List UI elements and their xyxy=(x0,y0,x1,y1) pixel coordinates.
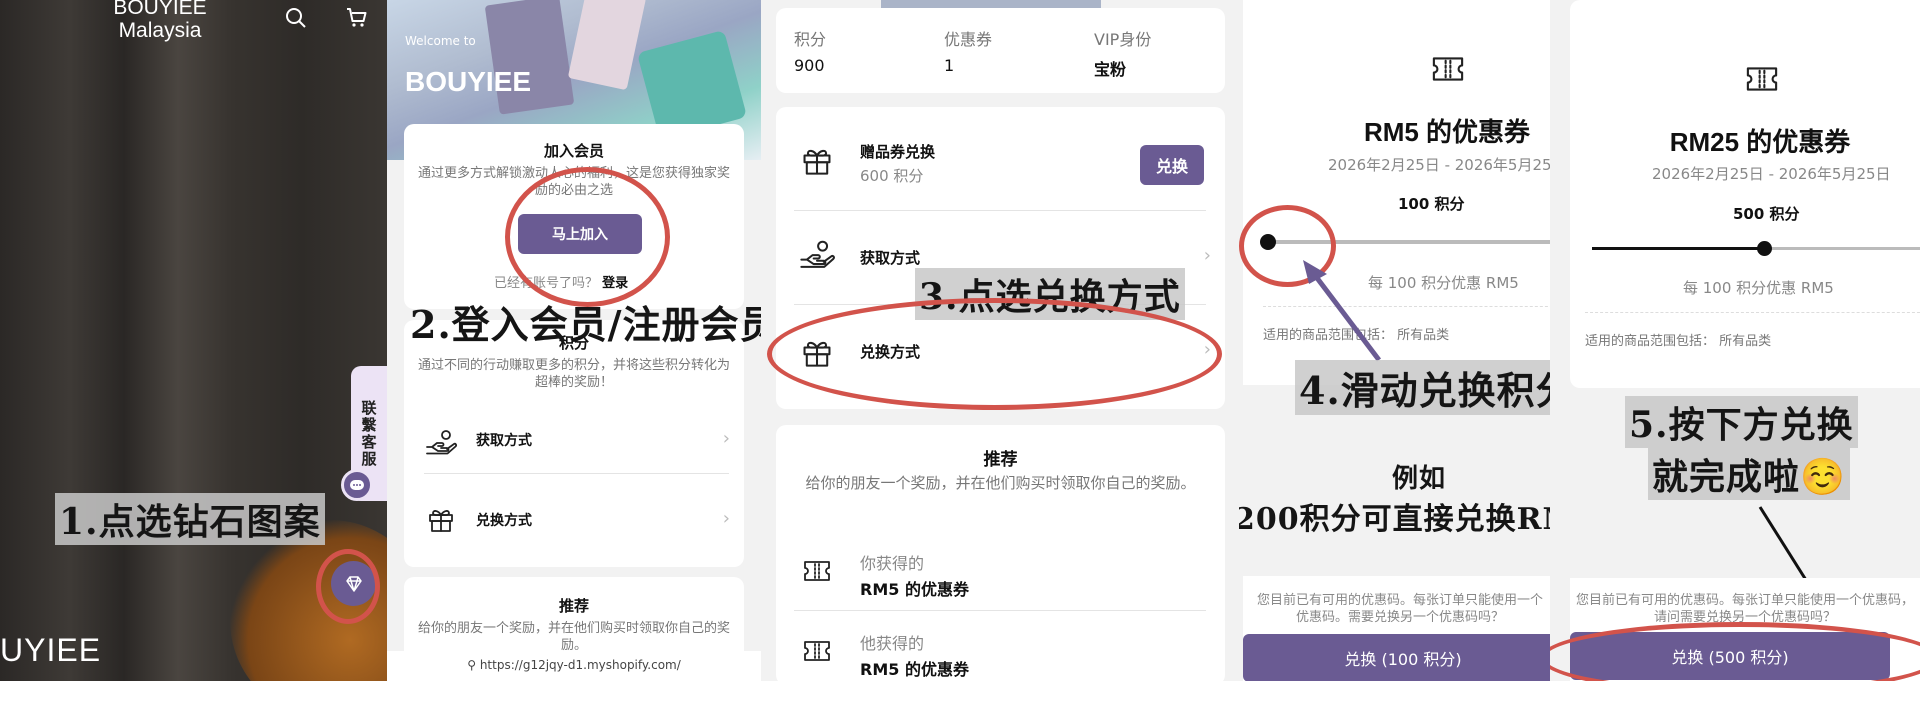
referral-title: 推荐 xyxy=(558,597,589,615)
coupon-title: RM5 的优惠券 xyxy=(1363,117,1531,147)
highlight-ellipse xyxy=(1550,622,1920,681)
highlight-circle xyxy=(316,549,380,624)
search-icon[interactable] xyxy=(284,6,308,34)
highlight-ellipse xyxy=(767,298,1222,410)
panel-points: 积分 900 优惠券 1 VIP身份 宝粉 赠品券兑换 600 积分 兑换 获取… xyxy=(761,0,1239,681)
lock-icon: ⚲ xyxy=(467,658,480,672)
redeem-100-button[interactable]: 兑换 (100 积分) xyxy=(1243,634,1550,681)
store-wordmark: UYIEE xyxy=(0,632,102,668)
coupon-notice: 您目前已有可用的优惠码。每张订单只能使用一个优惠码。需要兑换另一个优惠码吗？ xyxy=(1256,593,1543,625)
rate-text: 每 100 积分优惠 RM5 xyxy=(1683,279,1834,297)
panel-coupon-100: RM5 的优惠券 2026年2月25日 - 2026年5月25日 100 积分 … xyxy=(1239,0,1550,681)
annotation-step-5-done: 就完成啦☺️ xyxy=(1648,448,1850,500)
slider-fill xyxy=(1592,247,1764,250)
coupon-card: RM25 的优惠券 2026年2月25日 - 2026年5月25日 500 积分… xyxy=(1570,0,1920,388)
gift-voucher-points: 600 积分 xyxy=(860,167,924,185)
gift-icon xyxy=(429,510,453,532)
annotation-step-4: 4.滑动兑换积分 xyxy=(1295,360,1550,415)
earn-hand-icon xyxy=(426,430,458,455)
points-description: 通过不同的行动赚取更多的积分，并将这些积分转化为超棒的奖励！ xyxy=(418,358,731,390)
redeem-label: 兑换方式 xyxy=(476,513,532,529)
you-get-row: 你获得的 RM5 的优惠券 xyxy=(776,540,1225,620)
brand-name: BOUYIEE xyxy=(113,0,207,19)
redeem-footer: 您目前已有可用的优惠码。每张订单只能使用一个优惠码。需要兑换另一个优惠码吗？ 兑… xyxy=(1243,576,1550,681)
redeem-button[interactable]: 兑换 xyxy=(1140,145,1204,185)
join-title: 加入会员 xyxy=(543,142,604,160)
chevron-right-icon: › xyxy=(722,428,730,449)
coupon-icon xyxy=(1432,57,1464,81)
referral-title: 推荐 xyxy=(983,450,1018,470)
points-slider[interactable] xyxy=(1592,241,1920,256)
stats-card: 积分 900 优惠券 1 VIP身份 宝粉 xyxy=(776,8,1225,93)
referral-description: 给你的朋友一个奖励，并在他们购买时领取你自己的奖励。 xyxy=(805,474,1196,492)
stat-coupons: 优惠券 1 xyxy=(944,26,992,75)
stat-label: VIP身份 xyxy=(1094,30,1152,49)
earn-hand-icon xyxy=(800,240,835,268)
points-card: 积分 通过不同的行动赚取更多的积分，并将这些积分转化为超棒的奖励！ 获取方式 ›… xyxy=(404,320,744,567)
coupon-icon xyxy=(804,641,830,661)
welcome-text: Welcome to xyxy=(405,34,476,48)
cart-icon[interactable] xyxy=(345,6,369,34)
referral-card: 推荐 给你的朋友一个奖励，并在他们购买时领取你自己的奖励。 你获得的 RM5 的… xyxy=(776,425,1225,681)
chat-icon[interactable] xyxy=(341,469,373,501)
earn-row[interactable]: 获取方式 › xyxy=(404,410,744,472)
hero-strip xyxy=(881,0,1101,8)
brand-region: Malaysia xyxy=(118,19,202,42)
store-brand: BOUYIEE Malaysia xyxy=(100,0,220,42)
dashed-divider xyxy=(1585,312,1920,313)
slider-value: 500 积分 xyxy=(1733,205,1800,223)
coupon-icon xyxy=(1746,67,1778,91)
annotation-step-2: 2.登入会员/注册会员 xyxy=(410,302,761,347)
they-get-label: 他获得的 xyxy=(860,634,925,653)
scope-text: 适用的商品范围包括： 所有品类 xyxy=(1585,334,1772,349)
row-divider xyxy=(794,210,1206,211)
stat-value: 1 xyxy=(944,56,955,75)
stat-value: 900 xyxy=(794,56,825,75)
you-get-label: 你获得的 xyxy=(860,554,925,573)
chevron-right-icon: › xyxy=(722,508,730,529)
example-label: 例如 xyxy=(1392,464,1447,494)
gift-voucher-row: 赠品券兑换 600 积分 兑换 xyxy=(776,107,1225,207)
arrow-icon xyxy=(1303,260,1381,362)
stat-value: 宝粉 xyxy=(1094,60,1127,79)
gift-icon xyxy=(803,149,831,175)
stat-label: 积分 xyxy=(794,30,827,49)
earn-label: 获取方式 xyxy=(476,433,532,449)
row-divider xyxy=(794,610,1206,611)
redeem-row[interactable]: 兑换方式 › xyxy=(404,490,744,552)
panel-coupon-500: RM25 的优惠券 2026年2月25日 - 2026年5月25日 500 积分… xyxy=(1550,0,1920,681)
url-text: https://g12jqy-d1.myshopify.com/ xyxy=(479,658,681,672)
product-box xyxy=(567,0,647,91)
panel-join: Welcome to BOUYIEE 加入会员 通过更多方式解锁激动人心的福利，… xyxy=(387,0,761,681)
slider-handle[interactable] xyxy=(1757,241,1772,256)
coupon-dates: 2026年2月25日 - 2026年5月25日 xyxy=(1328,156,1550,174)
coupon-dates: 2026年2月25日 - 2026年5月25日 xyxy=(1652,165,1891,183)
annotation-step-1: 1.点选钻石图案 xyxy=(55,493,325,545)
stat-vip: VIP身份 宝粉 xyxy=(1094,26,1151,80)
they-get-value: RM5 的优惠券 xyxy=(860,660,969,679)
coupon-icon xyxy=(804,561,830,581)
highlight-circle xyxy=(505,167,670,307)
annotation-step-5: 5.按下方兑换 xyxy=(1625,396,1858,448)
referral-description: 给你的朋友一个奖励，并在他们购买时领取你自己的奖励。 xyxy=(418,621,731,653)
coupon-title: RM25 的优惠券 xyxy=(1669,127,1851,157)
stat-points: 积分 900 xyxy=(794,26,826,75)
slider-value: 100 积分 xyxy=(1398,195,1465,213)
they-get-row: 他获得的 RM5 的优惠券 xyxy=(776,620,1225,681)
earn-label: 获取方式 xyxy=(860,249,921,267)
coupon-notice: 您目前已有可用的优惠码。每张订单只能使用一个优惠码，请问需要兑换另一个优惠码吗？ xyxy=(1575,593,1914,625)
row-divider xyxy=(424,473,729,474)
hero-brand: BOUYIEE xyxy=(405,66,532,97)
url-bar: ⚲ https://g12jqy-d1.myshopify.com/ xyxy=(387,651,761,681)
example-text: 200积分可直接兑换RM10 xyxy=(1239,502,1550,537)
gift-voucher-title: 赠品券兑换 xyxy=(860,143,936,161)
chevron-right-icon: › xyxy=(1203,245,1211,266)
you-get-value: RM5 的优惠券 xyxy=(860,580,969,599)
stat-label: 优惠券 xyxy=(944,30,993,49)
panel-storefront: BOUYIEE Malaysia 联繫客服 1.点选钻石图案 UYIEE xyxy=(0,0,387,681)
